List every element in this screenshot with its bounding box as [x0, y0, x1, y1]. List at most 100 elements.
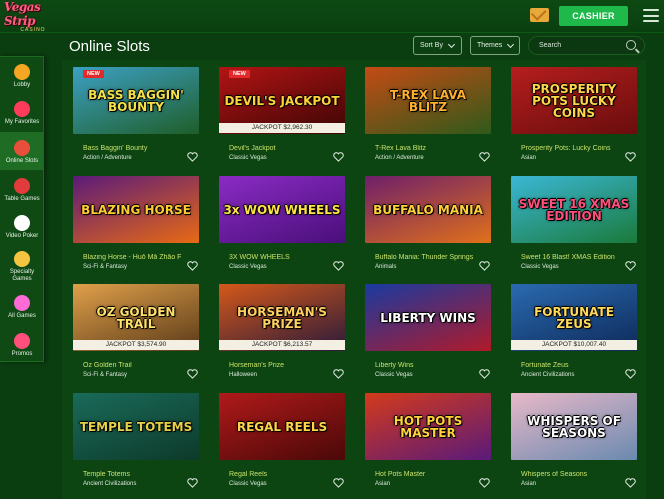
- game-logo-text: BASS BAGGIN' BOUNTY: [88, 87, 184, 114]
- mail-icon[interactable]: [530, 8, 549, 22]
- search-icon[interactable]: [626, 40, 636, 50]
- lobby-icon: [14, 63, 30, 80]
- sidebar-item-specialty-games[interactable]: Specialty Games: [0, 244, 44, 287]
- game-name[interactable]: Devil's Jackpot: [229, 145, 329, 152]
- game-card[interactable]: WHISPERS OF SEASONS Whispers of Seasons As…: [511, 393, 637, 497]
- game-name[interactable]: Blazing Horse - Huŏ Mă Zhāo F: [83, 254, 183, 261]
- sidebar-item-all-games[interactable]: All Games: [0, 287, 44, 324]
- game-name[interactable]: Prosperity Pots: Lucky Coins: [521, 145, 621, 152]
- themes-dropdown[interactable]: Themes: [470, 36, 520, 55]
- new-badge: NEW: [83, 70, 104, 78]
- game-name[interactable]: Whispers of Seasons: [521, 471, 621, 478]
- sidebar-item-promos[interactable]: Promos: [0, 324, 44, 363]
- game-logo-text: DEVIL'S JACKPOT: [224, 93, 340, 108]
- jackpot-banner: JACKPOT $6,213.57: [219, 340, 345, 350]
- game-category: Classic Vegas: [521, 264, 559, 270]
- page-title: Online Slots: [69, 38, 150, 55]
- game-thumbnail[interactable]: HORSEMAN'S PRIZE JACKPOT $6,213.57: [219, 284, 345, 351]
- game-thumbnail[interactable]: PROSPERITY POTS LUCKY COINS: [511, 67, 637, 134]
- game-name[interactable]: Regal Reels: [229, 471, 329, 478]
- sidebar-item-table-games[interactable]: Table Games: [0, 170, 44, 207]
- game-thumbnail[interactable]: OZ GOLDEN TRAIL JACKPOT $3,574.90: [73, 284, 199, 351]
- game-thumbnail[interactable]: BUFFALO MANIA: [365, 176, 491, 243]
- game-card[interactable]: BASS BAGGIN' BOUNTY NEW Bass Baggin' Bount…: [73, 67, 199, 171]
- game-logo-text: HORSEMAN'S PRIZE: [237, 304, 327, 331]
- game-name[interactable]: Buffalo Mania: Thunder Springs: [375, 254, 475, 261]
- search-input[interactable]: Search: [528, 36, 645, 55]
- game-logo-text: 3x WOW WHEELS: [223, 202, 341, 217]
- game-category: Ancient Civilizations: [83, 481, 137, 487]
- game-card[interactable]: DEVIL'S JACKPOT NEW JACKPOT $2,962.30 Devil…: [219, 67, 345, 171]
- game-card[interactable]: REGAL REELS Regal Reels Classic Vegas: [219, 393, 345, 497]
- game-thumbnail[interactable]: WHISPERS OF SEASONS: [511, 393, 637, 460]
- sidebar-item-label: Online Slots: [5, 158, 39, 164]
- game-name[interactable]: Hot Pots Master: [375, 471, 475, 478]
- favorite-heart-icon[interactable]: [333, 149, 344, 162]
- game-thumbnail[interactable]: 3x WOW WHEELS: [219, 176, 345, 243]
- favorite-heart-icon[interactable]: [187, 258, 198, 271]
- game-name[interactable]: Liberty Wins: [375, 362, 475, 369]
- menu-icon[interactable]: [643, 9, 659, 22]
- game-card[interactable]: TEMPLE TOTEMS Temple Totems Ancient Civili…: [73, 393, 199, 497]
- game-thumbnail[interactable]: REGAL REELS: [219, 393, 345, 460]
- favorite-heart-icon[interactable]: [187, 475, 198, 488]
- casino-logo[interactable]: Vegas Strip CASINO: [4, 0, 62, 33]
- game-thumbnail[interactable]: DEVIL'S JACKPOT NEW JACKPOT $2,962.30: [219, 67, 345, 134]
- game-thumbnail[interactable]: HOT POTS MASTER: [365, 393, 491, 460]
- game-name[interactable]: T-Rex Lava Blitz: [375, 145, 475, 152]
- game-card[interactable]: T-REX LAVA BLITZ T-Rex Lava Blitz Action /…: [365, 67, 491, 171]
- game-thumbnail[interactable]: T-REX LAVA BLITZ: [365, 67, 491, 134]
- favorite-heart-icon[interactable]: [479, 475, 490, 488]
- favorite-heart-icon[interactable]: [479, 258, 490, 271]
- game-name[interactable]: Temple Totems: [83, 471, 183, 478]
- game-card[interactable]: SWEET 16 XMAS EDITION Sweet 16 Blast! XMA…: [511, 176, 637, 280]
- favorite-heart-icon[interactable]: [625, 149, 636, 162]
- game-category: Animals: [375, 264, 397, 270]
- game-name[interactable]: 3X WOW WHEELS: [229, 254, 329, 261]
- sidebar-item-my-favorites[interactable]: My Favorites: [0, 92, 44, 132]
- game-category: Sci-Fi & Fantasy: [83, 264, 128, 270]
- logo-subtext: CASINO: [20, 27, 46, 33]
- sort-by-dropdown[interactable]: Sort By: [413, 36, 462, 55]
- game-name[interactable]: Oz Golden Trail: [83, 362, 183, 369]
- game-thumbnail[interactable]: BASS BAGGIN' BOUNTY NEW: [73, 67, 199, 134]
- game-card[interactable]: PROSPERITY POTS LUCKY COINS Prosperity Po…: [511, 67, 637, 171]
- game-card[interactable]: BLAZING HORSE Blazing Horse - Huŏ Mă Zhāo…: [73, 176, 199, 280]
- favorite-heart-icon[interactable]: [333, 475, 344, 488]
- game-card[interactable]: HORSEMAN'S PRIZE JACKPOT $6,213.57 Horsema…: [219, 284, 345, 388]
- favorite-heart-icon[interactable]: [187, 366, 198, 379]
- favorite-heart-icon[interactable]: [625, 366, 636, 379]
- sidebar-item-video-poker[interactable]: Video Poker: [0, 207, 44, 244]
- favorite-heart-icon[interactable]: [479, 366, 490, 379]
- favorite-heart-icon[interactable]: [333, 366, 344, 379]
- favorite-heart-icon[interactable]: [625, 258, 636, 271]
- game-logo-text: OZ GOLDEN TRAIL: [96, 304, 176, 331]
- game-name[interactable]: Sweet 16 Blast! XMAS Edition: [521, 254, 621, 261]
- all-games-icon: [14, 294, 30, 311]
- game-card[interactable]: FORTUNATE ZEUS JACKPOT $10,007.40 Fortunat…: [511, 284, 637, 388]
- favorite-heart-icon[interactable]: [333, 258, 344, 271]
- cashier-button[interactable]: CASHIER: [559, 6, 628, 26]
- favorite-heart-icon[interactable]: [479, 149, 490, 162]
- game-name[interactable]: Fortunate Zeus: [521, 362, 621, 369]
- game-card[interactable]: OZ GOLDEN TRAIL JACKPOT $3,574.90 Oz Golde…: [73, 284, 199, 388]
- slot-machine-icon: [14, 140, 30, 156]
- game-card[interactable]: BUFFALO MANIA Buffalo Mania: Thunder Spri…: [365, 176, 491, 280]
- game-card[interactable]: 3x WOW WHEELS 3X WOW WHEELS Classic Vegas: [219, 176, 345, 280]
- game-name[interactable]: Bass Baggin' Bounty: [83, 145, 183, 152]
- game-thumbnail[interactable]: TEMPLE TOTEMS: [73, 393, 199, 460]
- game-card[interactable]: LIBERTY WINS Liberty Wins Classic Vegas: [365, 284, 491, 388]
- game-thumbnail[interactable]: SWEET 16 XMAS EDITION: [511, 176, 637, 243]
- game-thumbnail[interactable]: BLAZING HORSE: [73, 176, 199, 243]
- game-name[interactable]: Horseman's Prize: [229, 362, 329, 369]
- favorite-heart-icon[interactable]: [625, 475, 636, 488]
- game-card[interactable]: HOT POTS MASTER Hot Pots Master Asian: [365, 393, 491, 497]
- sidebar-item-label: All Games: [8, 312, 36, 319]
- favorite-heart-icon[interactable]: [187, 149, 198, 162]
- sidebar-item-lobby[interactable]: Lobby: [0, 57, 44, 92]
- sidebar-item-online-slots[interactable]: Online Slots: [0, 132, 44, 170]
- game-category: Asian: [375, 481, 391, 487]
- game-thumbnail[interactable]: LIBERTY WINS: [365, 284, 491, 351]
- game-thumbnail[interactable]: FORTUNATE ZEUS JACKPOT $10,007.40: [511, 284, 637, 351]
- game-category: Classic Vegas: [229, 264, 267, 270]
